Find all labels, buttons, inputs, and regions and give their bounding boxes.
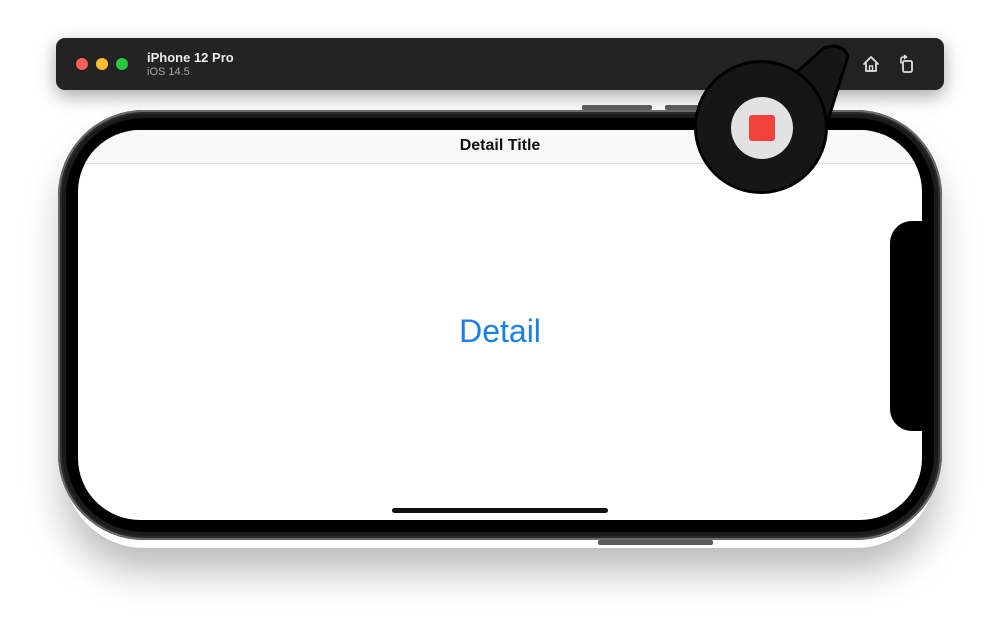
os-version: iOS 14.5 bbox=[147, 66, 190, 78]
close-window-button[interactable] bbox=[76, 58, 88, 70]
record-button-magnifier bbox=[694, 60, 828, 194]
home-icon bbox=[863, 56, 879, 72]
record-screen-button[interactable] bbox=[820, 53, 842, 75]
detail-link[interactable]: Detail bbox=[78, 313, 922, 350]
device-name: iPhone 12 Pro bbox=[147, 50, 234, 65]
side-button bbox=[598, 540, 713, 545]
minimize-window-button[interactable] bbox=[96, 58, 108, 70]
phone-screen: Detail Title Detail bbox=[78, 130, 922, 520]
zoom-window-button[interactable] bbox=[116, 58, 128, 70]
record-icon bbox=[822, 55, 840, 73]
magnified-record-button bbox=[731, 97, 793, 159]
rotate-icon bbox=[900, 54, 913, 73]
rotate-button[interactable] bbox=[896, 53, 918, 75]
home-indicator[interactable] bbox=[392, 508, 608, 513]
home-button[interactable] bbox=[860, 53, 882, 75]
simulator-stage: iPhone 12 Pro iOS 14.5 Detail Title Deta… bbox=[0, 0, 1000, 626]
stop-icon bbox=[749, 115, 775, 141]
sensor-notch bbox=[890, 221, 930, 431]
